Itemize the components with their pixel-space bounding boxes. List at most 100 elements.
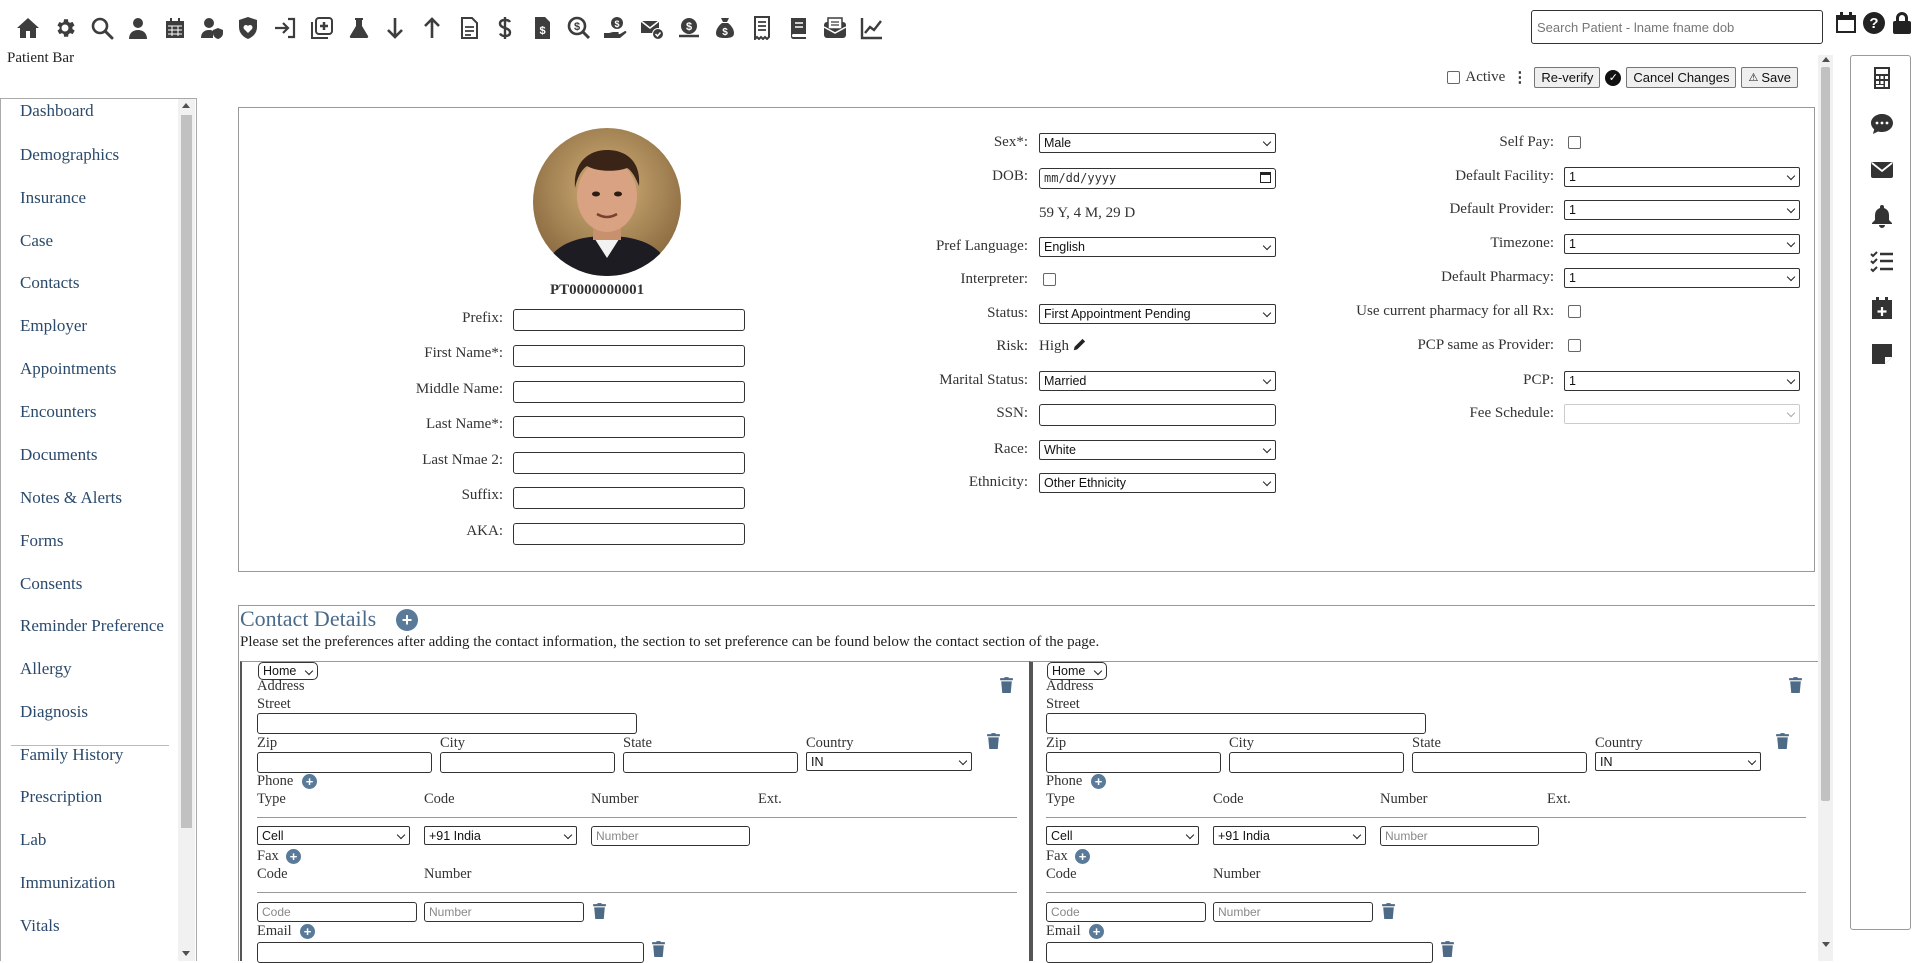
calendar-plus-icon[interactable] bbox=[1870, 296, 1894, 320]
phone-type-select[interactable]: Cell bbox=[1046, 826, 1199, 845]
ethnicity-select[interactable]: Other Ethnicity bbox=[1039, 473, 1276, 493]
invoice-dollar-icon[interactable]: $ bbox=[524, 12, 561, 44]
sidebar-item-immunization[interactable]: Immunization bbox=[20, 873, 115, 893]
main-scroll-up-icon[interactable] bbox=[1822, 57, 1830, 62]
add-contact-icon[interactable]: + bbox=[396, 609, 418, 631]
sidebar-item-consents[interactable]: Consents bbox=[20, 574, 82, 594]
dollar-icon[interactable] bbox=[487, 12, 524, 44]
pcp-same-checkbox[interactable] bbox=[1568, 339, 1581, 352]
help-icon[interactable]: ? bbox=[1862, 11, 1886, 35]
sign-in-icon[interactable] bbox=[267, 12, 304, 44]
cancel-changes-button[interactable]: Cancel Changes bbox=[1626, 67, 1737, 88]
calendar-icon[interactable] bbox=[1834, 11, 1858, 35]
document-icon[interactable] bbox=[450, 12, 487, 44]
task-list-icon[interactable] bbox=[1870, 250, 1894, 274]
ssn-input[interactable] bbox=[1039, 404, 1276, 426]
sidebar-item-employer[interactable]: Employer bbox=[20, 316, 87, 336]
user-shield-icon[interactable] bbox=[193, 12, 230, 44]
medical-plus-icon[interactable] bbox=[304, 12, 341, 44]
sidebar-item-family-history[interactable]: Family History bbox=[20, 745, 123, 765]
phone-number-input[interactable]: Number bbox=[1380, 826, 1539, 846]
lock-icon[interactable] bbox=[1890, 11, 1914, 35]
hand-holding-dollar-icon[interactable]: $ bbox=[597, 12, 634, 44]
book-icon[interactable] bbox=[780, 12, 817, 44]
sidebar-item-contacts[interactable]: Contacts bbox=[20, 273, 80, 293]
marital-status-select[interactable]: Married bbox=[1039, 371, 1276, 391]
receipt-icon[interactable] bbox=[744, 12, 781, 44]
aka-input[interactable] bbox=[513, 523, 745, 545]
fax-code-input[interactable]: Code bbox=[1046, 902, 1206, 922]
dollar-stack-icon[interactable]: $ bbox=[670, 12, 707, 44]
first-name-input[interactable] bbox=[513, 345, 745, 367]
prefix-input[interactable] bbox=[513, 309, 745, 331]
street-input[interactable] bbox=[1046, 713, 1426, 734]
sidebar-item-diagnosis[interactable]: Diagnosis bbox=[20, 702, 88, 722]
country-select[interactable]: IN bbox=[1595, 752, 1761, 771]
main-scrollbar-thumb[interactable] bbox=[1821, 67, 1830, 801]
search-dollar-icon[interactable]: $ bbox=[560, 12, 597, 44]
city-input[interactable] bbox=[440, 752, 615, 773]
main-scroll-down-icon[interactable] bbox=[1822, 942, 1830, 947]
delete-fax-icon[interactable] bbox=[592, 902, 607, 919]
sex-select[interactable]: Male bbox=[1039, 133, 1276, 153]
country-select[interactable]: IN bbox=[806, 752, 972, 771]
sidebar-scrollbar-thumb[interactable] bbox=[181, 115, 192, 828]
flask-icon[interactable] bbox=[340, 12, 377, 44]
calculator-icon[interactable] bbox=[1870, 66, 1894, 90]
home-icon[interactable] bbox=[10, 12, 47, 44]
race-select[interactable]: White bbox=[1039, 440, 1276, 460]
sidebar-item-insurance[interactable]: Insurance bbox=[20, 188, 86, 208]
sidebar-item-encounters[interactable]: Encounters bbox=[20, 402, 96, 422]
state-input[interactable] bbox=[623, 752, 798, 773]
save-button[interactable]: ⚠ Save bbox=[1741, 67, 1798, 88]
shield-heart-icon[interactable] bbox=[230, 12, 267, 44]
calendar-icon[interactable] bbox=[157, 12, 194, 44]
default-facility-select[interactable]: 1 bbox=[1564, 167, 1800, 187]
phone-code-select[interactable]: +91 India bbox=[1213, 826, 1366, 845]
kebab-menu-icon[interactable]: ⋮ bbox=[1512, 68, 1527, 87]
money-bag-icon[interactable]: $ bbox=[707, 12, 744, 44]
add-phone-icon[interactable]: + bbox=[1091, 774, 1106, 789]
sidebar-item-lab[interactable]: Lab bbox=[20, 830, 46, 850]
default-provider-select[interactable]: 1 bbox=[1564, 200, 1800, 220]
sidebar-item-reminder-preference[interactable]: Reminder Preference bbox=[20, 616, 164, 636]
add-fax-icon[interactable]: + bbox=[286, 849, 301, 864]
phone-type-select[interactable]: Cell bbox=[257, 826, 410, 845]
phone-number-input[interactable]: Number bbox=[591, 826, 750, 846]
gear-icon[interactable] bbox=[47, 12, 84, 44]
city-input[interactable] bbox=[1229, 752, 1404, 773]
reverify-button[interactable]: Re-verify bbox=[1534, 67, 1601, 88]
sidebar-scroll-up-icon[interactable] bbox=[182, 103, 190, 108]
sidebar-item-case[interactable]: Case bbox=[20, 231, 53, 251]
add-phone-icon[interactable]: + bbox=[302, 774, 317, 789]
pencil-icon[interactable] bbox=[1072, 338, 1086, 352]
sidebar-item-demographics[interactable]: Demographics bbox=[20, 145, 119, 165]
envelope-icon[interactable] bbox=[1870, 158, 1894, 182]
pcp-select[interactable]: 1 bbox=[1564, 371, 1800, 391]
delete-email-icon[interactable] bbox=[1440, 940, 1455, 957]
sidebar-item-allergy[interactable]: Allergy bbox=[20, 659, 72, 679]
chart-line-icon[interactable] bbox=[854, 12, 891, 44]
last-name-2-input[interactable] bbox=[513, 452, 745, 474]
sidebar-item-appointments[interactable]: Appointments bbox=[20, 359, 116, 379]
fax-number-input[interactable]: Number bbox=[424, 902, 584, 922]
calendar-icon[interactable] bbox=[1260, 172, 1271, 183]
self-pay-checkbox[interactable] bbox=[1568, 136, 1581, 149]
street-input[interactable] bbox=[257, 713, 637, 734]
sidebar-scroll-down-icon[interactable] bbox=[182, 951, 190, 956]
email-input[interactable] bbox=[1046, 942, 1433, 963]
arrow-down-icon[interactable] bbox=[377, 12, 414, 44]
status-select[interactable]: First Appointment Pending bbox=[1039, 304, 1276, 324]
sticky-note-icon[interactable] bbox=[1870, 342, 1894, 366]
email-input[interactable] bbox=[257, 942, 644, 963]
zip-input[interactable] bbox=[1046, 752, 1221, 773]
add-fax-icon[interactable]: + bbox=[1075, 849, 1090, 864]
envelope-open-icon[interactable] bbox=[817, 12, 854, 44]
dob-input[interactable]: mm/dd/yyyy bbox=[1039, 168, 1276, 189]
envelope-check-icon[interactable] bbox=[634, 12, 671, 44]
patient-bar-label[interactable]: Patient Bar bbox=[7, 50, 74, 67]
delete-email-icon[interactable] bbox=[651, 940, 666, 957]
fax-number-input[interactable]: Number bbox=[1213, 902, 1373, 922]
zip-input[interactable] bbox=[257, 752, 432, 773]
sidebar-item-notes-alerts[interactable]: Notes & Alerts bbox=[20, 488, 122, 508]
